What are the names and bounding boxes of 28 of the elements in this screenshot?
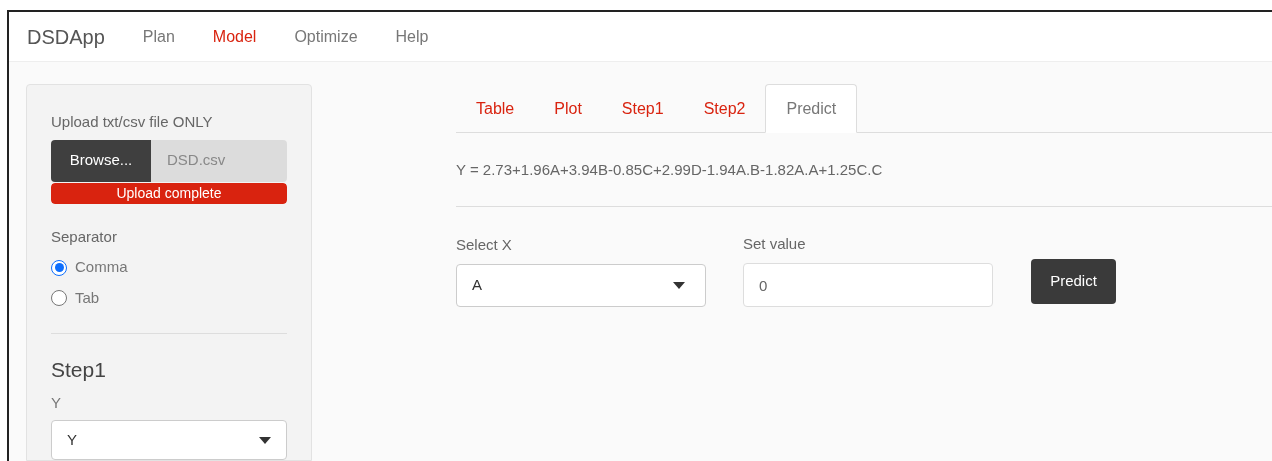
y-label: Y — [51, 392, 62, 413]
file-name-field: DSD.csv — [151, 139, 287, 182]
section-heading: Step1 — [51, 357, 107, 384]
tab[interactable]: Predict — [765, 84, 858, 133]
upload-label: Upload txt/csv file ONLY — [51, 112, 214, 132]
caret-icon — [673, 282, 685, 289]
brand[interactable]: DSDApp — [27, 21, 105, 52]
y-select[interactable]: Y — [51, 420, 287, 460]
set-value-label: Set value — [743, 233, 807, 254]
select-x-dropdown[interactable]: A — [456, 264, 706, 307]
radio-option[interactable]: Tab — [51, 286, 287, 310]
predict-button[interactable]: Predict — [1031, 259, 1116, 304]
set-value-field[interactable]: 0 — [743, 263, 993, 307]
nav-link[interactable]: Help — [395, 24, 429, 49]
caret-icon — [259, 436, 271, 444]
nav-link[interactable]: Model — [212, 24, 257, 49]
radio-option[interactable]: Comma — [51, 256, 287, 279]
tab[interactable]: Step2 — [683, 84, 766, 133]
equation-text: Y = 2.73+1.96A+3.94B-0.85C+2.99D-1.94A.B-1.82A.A+1.25C.C — [456, 160, 884, 180]
tab[interactable]: Table — [456, 84, 535, 133]
nav-link[interactable]: Plan — [142, 24, 175, 49]
browse-button[interactable]: Browse... — [51, 139, 151, 182]
tab[interactable]: Plot — [534, 84, 602, 133]
select-x-label: Select X — [456, 234, 513, 255]
tab[interactable]: Step1 — [601, 84, 684, 133]
separator-label: Separator — [51, 226, 118, 247]
progress-text: Upload complete — [115, 183, 223, 203]
nav-link[interactable]: Optimize — [294, 24, 358, 49]
